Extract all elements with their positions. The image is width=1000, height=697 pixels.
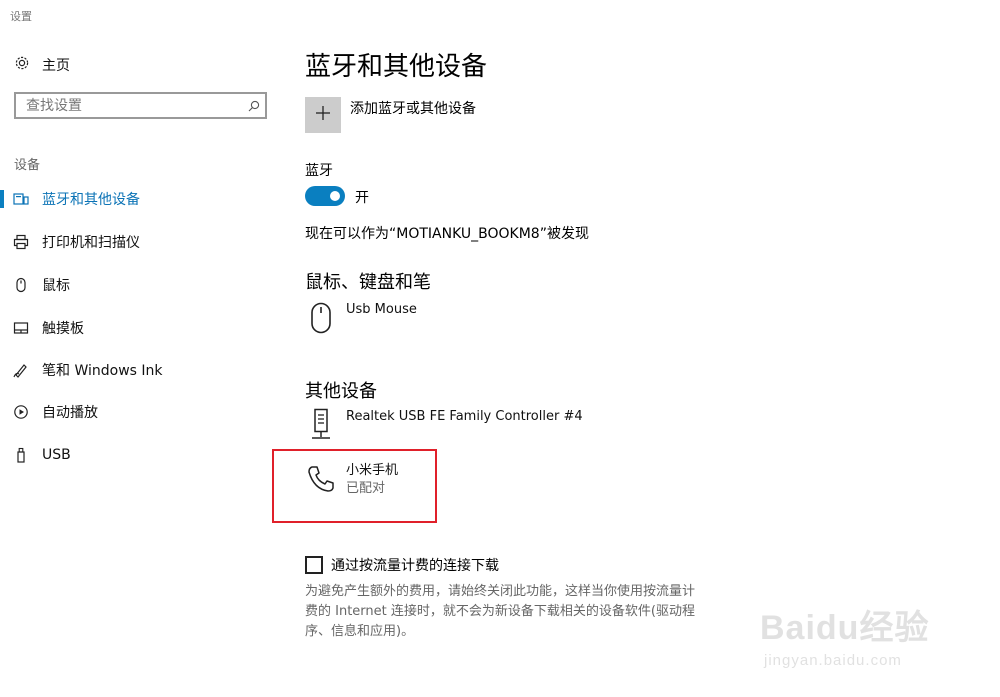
- highlight-box: [272, 449, 437, 523]
- sidebar-item-pen[interactable]: 笔和 Windows Ink: [0, 359, 270, 381]
- usb-icon: [13, 447, 29, 463]
- active-indicator: [0, 190, 4, 208]
- touchpad-icon: [13, 320, 29, 336]
- sidebar-item-bluetooth[interactable]: 蓝牙和其他设备: [0, 188, 270, 210]
- watermark-url: jingyan.baidu.com: [764, 652, 902, 669]
- sidebar-item-label: 自动播放: [42, 405, 98, 421]
- sidebar-item-printers[interactable]: 打印机和扫描仪: [0, 231, 270, 253]
- bluetooth-label: 蓝牙: [305, 163, 333, 179]
- sidebar-item-label: 蓝牙和其他设备: [42, 192, 140, 208]
- search-icon[interactable]: [243, 100, 265, 112]
- home-label: 主页: [42, 58, 70, 74]
- search-box[interactable]: [14, 92, 267, 119]
- mouse-icon: [305, 301, 337, 335]
- sidebar-item-label: 触摸板: [42, 321, 84, 337]
- device-usb-mouse[interactable]: Usb Mouse: [305, 301, 417, 335]
- gear-icon: [14, 55, 30, 75]
- sidebar-item-usb[interactable]: USB: [0, 444, 270, 466]
- home-link[interactable]: 主页: [14, 55, 70, 75]
- device-name: Usb Mouse: [346, 302, 417, 317]
- add-device-label[interactable]: 添加蓝牙或其他设备: [350, 98, 476, 118]
- add-device-button[interactable]: [305, 97, 341, 133]
- page-title: 蓝牙和其他设备: [305, 52, 488, 82]
- search-input[interactable]: [16, 94, 243, 117]
- printer-icon: [13, 234, 29, 250]
- watermark-logo: Baidu经验: [760, 609, 930, 647]
- device-realtek-controller[interactable]: Realtek USB FE Family Controller #4: [305, 408, 583, 442]
- sidebar-item-label: 笔和 Windows Ink: [42, 363, 163, 379]
- network-adapter-icon: [305, 408, 337, 442]
- sidebar-item-touchpad[interactable]: 触摸板: [0, 317, 270, 339]
- section-heading-other-devices: 其他设备: [305, 381, 377, 402]
- mouse-icon: [13, 277, 29, 293]
- pen-icon: [13, 362, 29, 378]
- metered-help-text: 为避免产生额外的费用，请始终关闭此功能，这样当你使用按流量计费的 Interne…: [305, 584, 696, 639]
- device-name: Realtek USB FE Family Controller #4: [346, 409, 583, 424]
- sidebar-item-autoplay[interactable]: 自动播放: [0, 401, 270, 423]
- plus-icon: [315, 105, 331, 125]
- toggle-knob: [330, 191, 340, 201]
- sidebar-item-label: USB: [42, 447, 71, 463]
- bluetooth-devices-icon: [13, 191, 29, 207]
- discoverable-text: 现在可以作为“MOTIANKU_BOOKM8”被发现: [305, 226, 589, 242]
- sidebar-item-label: 打印机和扫描仪: [42, 235, 140, 251]
- metered-download-option[interactable]: 通过按流量计费的连接下载: [305, 555, 499, 575]
- baidu-watermark: Baidu经验 jingyan.baidu.com: [760, 586, 960, 676]
- metered-download-checkbox[interactable]: [305, 556, 323, 574]
- section-heading-input-devices: 鼠标、键盘和笔: [305, 272, 431, 293]
- metered-download-label: 通过按流量计费的连接下载: [331, 558, 499, 574]
- autoplay-icon: [13, 404, 29, 420]
- section-label-devices: 设备: [14, 158, 41, 173]
- bluetooth-state-text: 开: [355, 190, 369, 206]
- sidebar-item-mouse[interactable]: 鼠标: [0, 274, 270, 296]
- sidebar: 主页 设备 蓝牙和其他设备 打印机和扫描仪 鼠标 触摸板: [0, 0, 280, 697]
- sidebar-item-label: 鼠标: [42, 278, 70, 294]
- bluetooth-toggle[interactable]: [305, 186, 345, 206]
